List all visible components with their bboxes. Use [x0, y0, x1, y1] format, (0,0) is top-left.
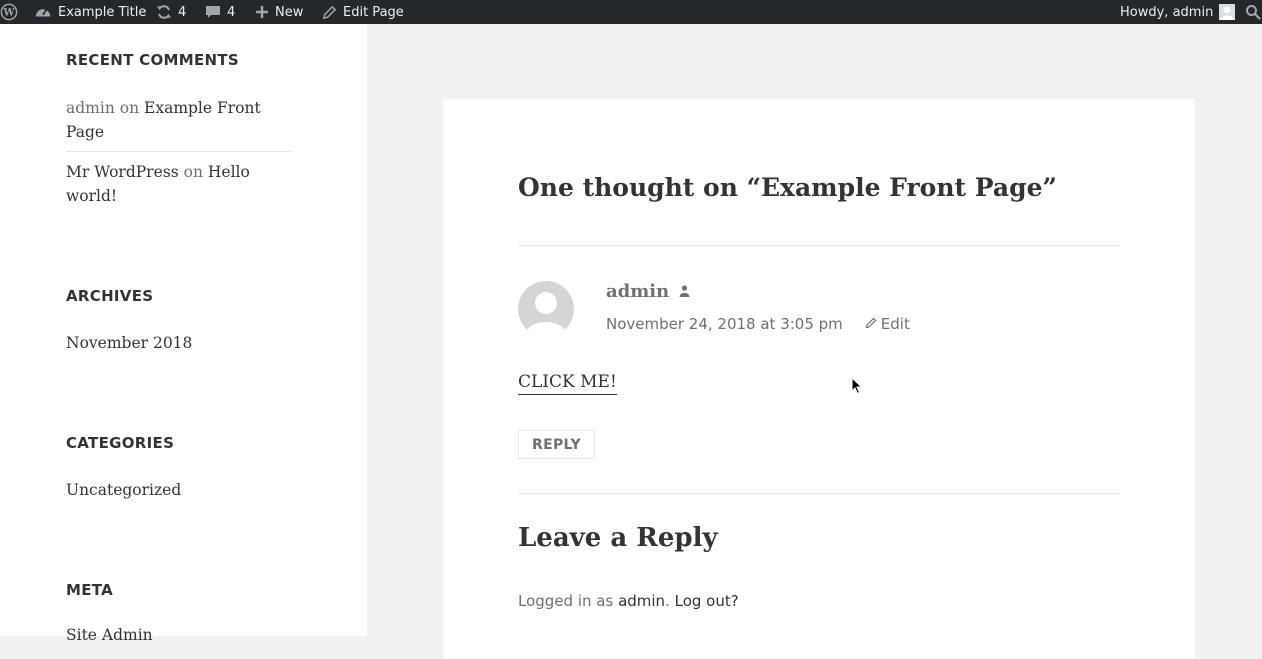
comment-content-link[interactable]: CLICK ME! — [518, 370, 617, 395]
archive-link[interactable]: November 2018 — [66, 331, 192, 355]
separator: . — [665, 592, 670, 610]
comment-date[interactable]: November 24, 2018 at 3:05 pm — [606, 315, 843, 333]
divider — [66, 151, 292, 152]
avatar — [518, 281, 574, 337]
category-link[interactable]: Uncategorized — [66, 478, 181, 502]
archives-title: ARCHIVES — [66, 287, 154, 305]
user-icon — [679, 281, 690, 302]
on-word: on — [183, 163, 203, 181]
howdy-label: Howdy, admin — [1120, 4, 1214, 20]
comment-post-link-cont[interactable]: world! — [66, 187, 117, 205]
recent-comment-item: Mr WordPress on Hello world! — [66, 160, 250, 208]
meta-link[interactable]: Site Admin — [66, 623, 153, 647]
comments-menu[interactable]: 4 — [205, 0, 235, 24]
user-avatar — [1219, 4, 1236, 20]
sidebar: RECENT COMMENTS admin on Example Front P… — [0, 24, 367, 644]
admin-bar: W Example Title 4 4 New Edit Page Howdy,… — [0, 0, 1262, 24]
comment-author[interactable]: Mr WordPress — [66, 163, 179, 181]
comment-author[interactable]: admin — [66, 99, 115, 117]
reply-button[interactable]: REPLY — [518, 430, 595, 459]
site-title: Example Title — [58, 4, 147, 20]
edit-page-label: Edit Page — [343, 4, 404, 20]
logged-in-as: Logged in as admin. Log out? — [518, 592, 739, 610]
recent-comment-item: admin on Example Front Page — [66, 96, 261, 144]
new-label: New — [275, 4, 304, 20]
search-menu[interactable] — [1245, 0, 1261, 24]
reply-title: Leave a Reply — [518, 523, 718, 553]
divider — [518, 245, 1120, 246]
new-content-menu[interactable]: New — [255, 0, 303, 24]
my-account-menu[interactable]: Howdy, admin — [1120, 0, 1236, 24]
profile-link[interactable]: admin — [618, 592, 665, 610]
pencil-icon — [865, 315, 877, 333]
dashboard-icon — [34, 4, 52, 20]
updates-menu[interactable]: 4 — [156, 0, 186, 24]
comments-title: One thought on “Example Front Page” — [518, 173, 1057, 202]
pencil-icon — [322, 5, 337, 20]
comment-author-name[interactable]: admin — [606, 281, 669, 302]
edit-label: Edit — [880, 315, 910, 333]
divider — [518, 493, 1120, 494]
on-word: on — [119, 99, 140, 117]
wordpress-icon: W — [0, 3, 18, 21]
wordpress-logo-menu[interactable]: W — [0, 0, 18, 24]
content-card: One thought on “Example Front Page” admi… — [443, 99, 1195, 659]
updates-icon — [156, 4, 172, 20]
recent-comments-title: RECENT COMMENTS — [66, 51, 240, 69]
comment-post-link-cont[interactable]: Page — [66, 123, 104, 141]
search-icon — [1245, 4, 1261, 20]
logged-in-prefix: Logged in as — [518, 592, 614, 610]
edit-comment-link[interactable]: Edit — [865, 315, 910, 333]
categories-title: CATEGORIES — [66, 434, 175, 452]
comment-meta: November 24, 2018 at 3:05 pm Edit — [606, 315, 910, 333]
comment-author: admin — [606, 281, 690, 302]
comments-count: 4 — [227, 4, 236, 20]
site-name-menu[interactable]: Example Title — [34, 0, 146, 24]
plus-icon — [255, 5, 269, 19]
comment-post-link[interactable]: Example Front — [144, 99, 261, 117]
comment-post-link[interactable]: Hello — [208, 163, 250, 181]
comment-icon — [205, 4, 221, 20]
mouse-cursor-icon — [851, 376, 863, 400]
meta-title: META — [66, 581, 114, 599]
logout-link[interactable]: Log out? — [675, 592, 739, 610]
svg-text:W: W — [2, 8, 15, 19]
edit-page-menu[interactable]: Edit Page — [322, 0, 404, 24]
updates-count: 4 — [178, 4, 187, 20]
